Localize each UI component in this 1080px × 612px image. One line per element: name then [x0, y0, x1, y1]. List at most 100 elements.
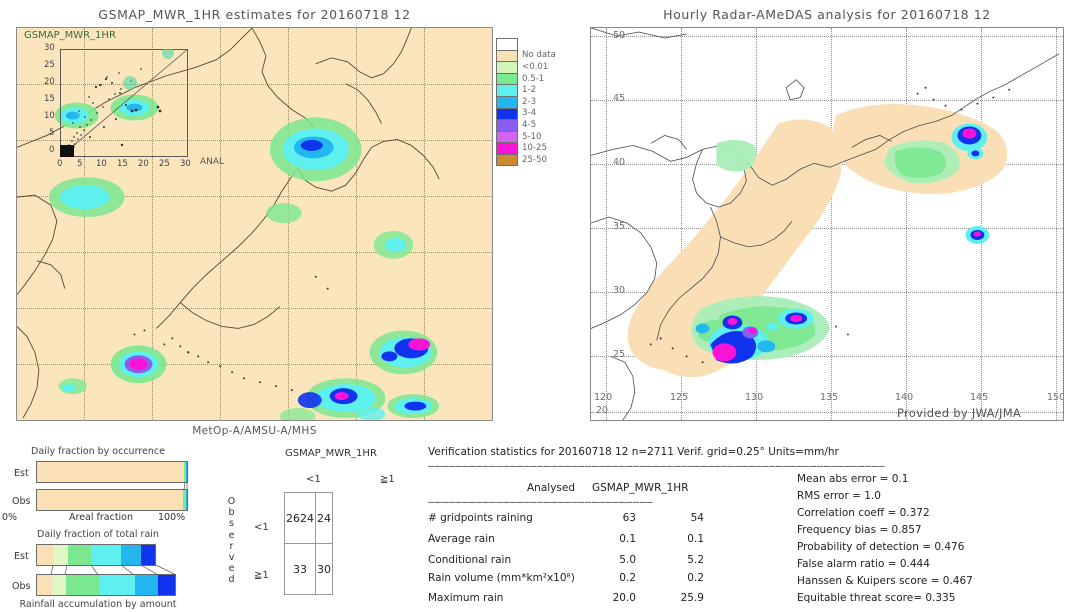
- amount-obs-bar[interactable]: [36, 574, 176, 596]
- legend-label: 0.5-1: [522, 73, 545, 84]
- bar-segment: [37, 575, 53, 595]
- occurrence-connectors: [183, 482, 188, 490]
- legend-swatch: [496, 107, 518, 120]
- bar-segment: [37, 490, 184, 510]
- legend-item: 3-4: [496, 107, 584, 120]
- stat-analysed-value: 0.1: [619, 533, 636, 545]
- amount-connectors: [50, 565, 177, 575]
- legend-label: 5-10: [522, 131, 542, 142]
- gsmap-verification-page: GSMAP_MWR_1HR estimates for 20160718 12 …: [0, 0, 1080, 612]
- radar-amedas-map[interactable]: 50 45 40 35 30 25 20 120 125 130 135 140…: [590, 27, 1064, 421]
- stat-analysed-value: 63: [622, 512, 636, 524]
- score-rms-error: RMS error = 1.0: [797, 490, 881, 502]
- stat-analysed-value: 0.2: [619, 572, 636, 584]
- legend-label: 4-5: [522, 119, 537, 130]
- stat-analysed-value: 20.0: [612, 592, 636, 604]
- occurrence-est-bar[interactable]: [36, 461, 188, 483]
- col-header-model: GSMAP_MWR_1HR: [592, 482, 689, 494]
- legend-label: 10-25: [522, 143, 547, 154]
- right-map-rain-field: [591, 28, 1060, 420]
- lon-label-145: 145: [970, 392, 989, 403]
- bar-segment: [67, 545, 92, 565]
- inset-xtick-5: 5: [77, 159, 83, 169]
- legend-label: 3-4: [522, 108, 537, 119]
- stat-analysed-value: 5.0: [619, 554, 636, 566]
- table-row: 33 30: [284, 543, 333, 595]
- bar-segment: [91, 545, 121, 565]
- inset-title: GSMAP_MWR_1HR: [24, 30, 116, 41]
- stat-model-value: 5.2: [687, 554, 704, 566]
- bar-segment: [186, 462, 187, 482]
- stat-model-value: 54: [690, 512, 704, 524]
- legend-item: No data: [496, 49, 584, 62]
- inset-ytick-20: 20: [44, 77, 55, 87]
- contingency-col-ge1: ≧1: [380, 474, 395, 485]
- legend-swatch: [496, 38, 518, 50]
- cell-hit-lt1-lt1: 2624: [284, 492, 316, 544]
- amount-est-bar[interactable]: [36, 544, 156, 566]
- stat-row-label: Average rain: [428, 533, 495, 545]
- bar-segment: [52, 575, 66, 595]
- stat-model-value: 25.9: [680, 592, 704, 604]
- table-row: 2624 24: [284, 492, 333, 544]
- lon-label-140: 140: [895, 392, 914, 403]
- legend-swatch: [496, 95, 518, 108]
- verification-divider: ————————————————————————————————————————…: [428, 460, 886, 472]
- inset-xaxis-label: ANAL: [200, 157, 225, 167]
- occurrence-chart-title: Daily fraction by occurrence: [31, 446, 165, 457]
- bar-segment: [186, 490, 187, 510]
- lat-label-45: 45: [613, 93, 626, 104]
- legend-item: 0.5-1: [496, 72, 584, 85]
- bar-segment: [120, 545, 141, 565]
- right-panel-title: Hourly Radar-AMeDAS analysis for 2016071…: [663, 7, 991, 22]
- verification-header: Verification statistics for 20160718 12 …: [428, 446, 839, 458]
- score-equitable-threat: Equitable threat score= 0.335: [797, 592, 956, 604]
- lon-label-120: 120: [594, 392, 613, 403]
- legend-item: 1-2: [496, 84, 584, 96]
- inset-ytick-15: 15: [44, 94, 55, 104]
- score-false-alarm-ratio: False alarm ratio = 0.444: [797, 558, 930, 570]
- contingency-table: 2624 24 33 30: [284, 492, 333, 595]
- legend-swatch: [496, 61, 518, 73]
- stat-row-label: Maximum rain: [428, 592, 504, 604]
- bar-segment: [65, 575, 100, 595]
- legend-item: 2-3: [496, 95, 584, 108]
- amount-obs-label: Obs: [12, 581, 31, 592]
- scatter-inset[interactable]: GSMAP_MWR_1HR 30 25 20 15 10 5 0 0 5 10 …: [20, 30, 224, 171]
- occurrence-obs-label: Obs: [12, 496, 31, 507]
- legend-label: 1-2: [522, 85, 537, 96]
- occurrence-axis-min: 0%: [2, 512, 18, 523]
- stat-row-label: Rain volume (mm*km²x10⁸): [428, 572, 575, 584]
- lon-label-135: 135: [820, 392, 839, 403]
- bar-segment: [37, 545, 54, 565]
- legend-item: 4-5: [496, 119, 584, 131]
- lat-label-40: 40: [613, 157, 626, 168]
- lon-label-130: 130: [745, 392, 764, 403]
- occurrence-obs-bar[interactable]: [36, 489, 188, 511]
- gsmap-estimate-map[interactable]: GSMAP_MWR_1HR 30 25 20 15 10 5 0 0 5 10 …: [16, 27, 493, 421]
- legend-label: 25-50: [522, 154, 547, 165]
- inset-ytick-25: 25: [44, 60, 55, 70]
- legend-item: <0.01: [496, 61, 584, 73]
- inset-xtick-10: 10: [96, 159, 107, 169]
- inset-xtick-25: 25: [159, 159, 170, 169]
- inset-xtick-20: 20: [138, 159, 149, 169]
- score-correlation-coeff: Correlation coeff = 0.372: [797, 507, 930, 519]
- amount-chart: Daily fraction of total rain Est Obs Rai…: [0, 529, 196, 610]
- inset-ytick-10: 10: [44, 111, 55, 121]
- lat-label-30: 30: [613, 285, 626, 296]
- bar-segment: [134, 575, 159, 595]
- legend-item: 25-50: [496, 153, 584, 166]
- score-probability-of-detection: Probability of detection = 0.476: [797, 541, 965, 553]
- rain-rate-legend: No data <0.01 0.5-1 1-2 2-3 3-4 4-5 5-10…: [496, 38, 584, 166]
- verification-sub-divider: —————————————————————————————————: [428, 496, 654, 508]
- inset-ytick-5: 5: [49, 128, 55, 138]
- col-header-analysed: Analysed: [527, 482, 575, 494]
- legend-swatch: [496, 130, 518, 143]
- inset-ytick-30: 30: [44, 43, 55, 53]
- occurrence-axis-title: Areal fraction: [69, 512, 134, 523]
- stat-model-value: 0.1: [687, 533, 704, 545]
- score-frequency-bias: Frequency bias = 0.857: [797, 524, 922, 536]
- lon-label-150: 150: [1047, 392, 1064, 403]
- contingency-side-label: Observed: [227, 496, 236, 586]
